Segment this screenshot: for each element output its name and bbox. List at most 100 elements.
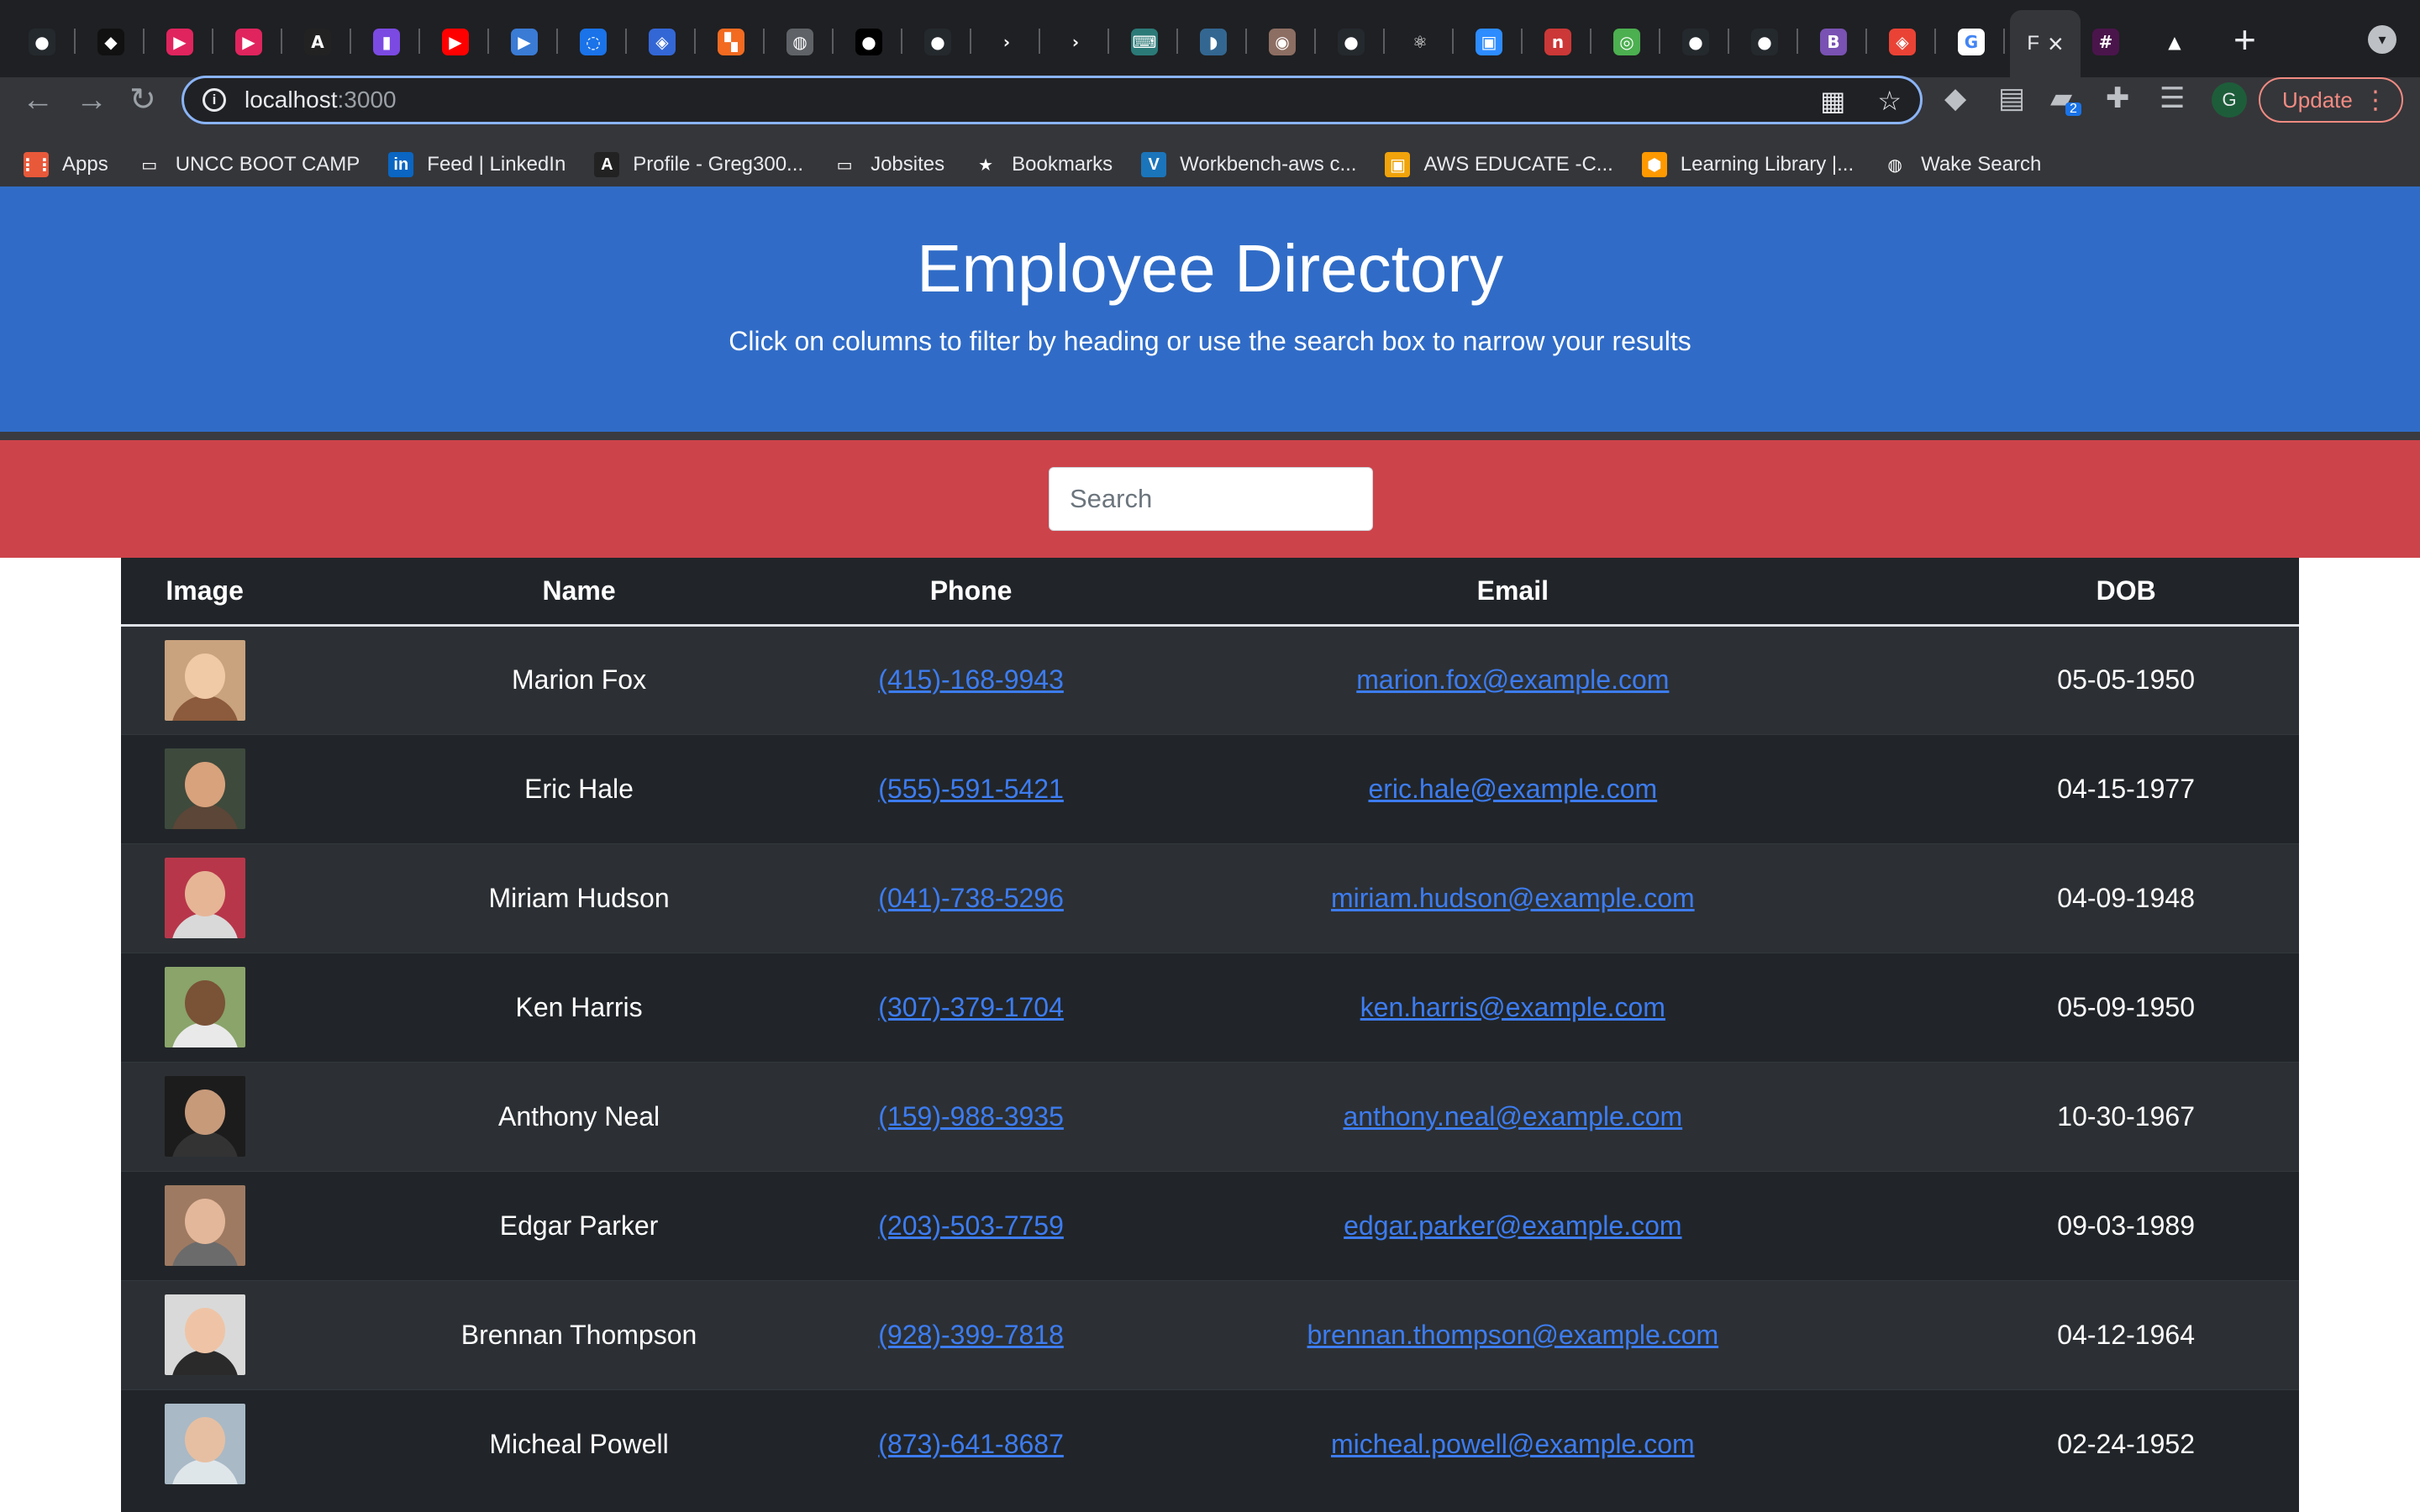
bookmark-item[interactable]: ⋮⋮ Apps xyxy=(19,152,108,177)
aws-box-icon: ▣ xyxy=(1385,152,1411,177)
column-header-image[interactable]: Image xyxy=(121,558,289,627)
email-link[interactable]: micheal.powell@example.com xyxy=(1331,1429,1695,1459)
avatar xyxy=(164,748,245,829)
browser-tab[interactable]: › xyxy=(973,10,1040,74)
reload-icon[interactable]: ↻ xyxy=(129,84,156,116)
url-port: :3000 xyxy=(337,87,397,113)
bookmark-item[interactable]: ◍ Wake Search xyxy=(1882,152,2041,177)
bookmark-item[interactable]: ▭ Jobsites xyxy=(832,152,944,177)
search-bar-section xyxy=(0,440,2420,558)
phone-link[interactable]: (415)-168-9943 xyxy=(878,664,1064,695)
browser-tab[interactable]: ▶ xyxy=(215,10,282,74)
column-header-dob[interactable]: DOB xyxy=(1953,558,2299,627)
email-link[interactable]: eric.hale@example.com xyxy=(1368,774,1657,804)
browser-tab[interactable]: ⚛ xyxy=(1386,10,1454,74)
forward-icon[interactable]: → xyxy=(76,84,108,116)
email-link[interactable]: miriam.hudson@example.com xyxy=(1331,883,1695,913)
extension-badge-icon[interactable]: ▰ 2 xyxy=(2050,84,2081,116)
phone-cell: (928)-399-7818 xyxy=(869,1279,1073,1389)
avatar-head-shape xyxy=(184,1089,225,1135)
phone-link[interactable]: (307)-379-1704 xyxy=(878,992,1064,1022)
browser-tab[interactable]: ▶ xyxy=(146,10,213,74)
bookmark-item[interactable]: ⬢ Learning Library |... xyxy=(1641,152,1854,177)
browser-tab[interactable]: ◎ xyxy=(1593,10,1660,74)
new-tab-button[interactable]: + xyxy=(2233,20,2256,59)
address-url[interactable]: localhost:3000 xyxy=(245,87,397,113)
tab-separator xyxy=(556,29,558,54)
browser-tab[interactable]: G xyxy=(1938,10,2005,74)
browser-tab[interactable]: ◈ xyxy=(629,10,696,74)
more-menu-icon[interactable]: ⋮ xyxy=(2363,86,2388,115)
github-favicon-4-icon: ● xyxy=(1682,29,1709,55)
phone-link[interactable]: (873)-641-8687 xyxy=(878,1429,1064,1459)
bookmark-item[interactable]: in Feed | LinkedIn xyxy=(388,152,566,177)
browser-tab[interactable]: ◍ xyxy=(766,10,834,74)
browser-tab[interactable]: ● xyxy=(8,10,76,74)
active-tab[interactable]: F × xyxy=(2010,10,2081,77)
avatar-body-shape xyxy=(171,1241,239,1266)
close-tab-icon[interactable]: × xyxy=(2048,30,2064,57)
phone-link[interactable]: (928)-399-7818 xyxy=(878,1320,1064,1350)
bookmark-item[interactable]: ★ Bookmarks xyxy=(973,152,1113,177)
table-row: Brennan Thompson (928)-399-7818 brennan.th… xyxy=(121,1279,2299,1389)
email-link[interactable]: marion.fox@example.com xyxy=(1356,664,1669,695)
browser-tab[interactable]: ▮ xyxy=(353,10,420,74)
extension-printer-icon[interactable]: ▤ xyxy=(1998,84,2025,113)
email-link[interactable]: edgar.parker@example.com xyxy=(1344,1210,1681,1241)
search-input[interactable] xyxy=(1049,467,1373,531)
tab-separator xyxy=(1521,29,1523,54)
bookmark-item[interactable]: ▭ UNCC BOOT CAMP xyxy=(136,152,360,177)
google-favicon-icon: G xyxy=(1958,29,1985,55)
qr-code-icon[interactable]: ▦ xyxy=(1820,85,1845,117)
address-bar[interactable]: i localhost:3000 ▦ ☆ xyxy=(182,76,1923,124)
browser-tab[interactable]: A xyxy=(284,10,351,74)
browser-tab[interactable]: n xyxy=(1524,10,1591,74)
browser-tab[interactable]: ◉ xyxy=(1249,10,1316,74)
browser-tab[interactable]: ▶ xyxy=(422,10,489,74)
extensions-icon[interactable]: ✚ xyxy=(2106,84,2130,113)
bookmark-item[interactable]: A Profile - Greg300... xyxy=(594,152,803,177)
browser-tab[interactable]: ◆ xyxy=(77,10,145,74)
phone-link[interactable]: (203)-503-7759 xyxy=(878,1210,1064,1241)
column-header-name[interactable]: Name xyxy=(288,558,870,627)
media-control-icon[interactable]: ☰ xyxy=(2160,84,2185,113)
phone-link[interactable]: (041)-738-5296 xyxy=(878,883,1064,913)
browser-tab[interactable]: ▲ xyxy=(2141,10,2208,74)
browser-tab[interactable]: ◗ xyxy=(1180,10,1247,74)
phone-link[interactable]: (555)-591-5421 xyxy=(878,774,1064,804)
browser-tab[interactable]: ◌ xyxy=(560,10,627,74)
browser-tab[interactable]: ● xyxy=(1318,10,1385,74)
browser-tab[interactable]: # xyxy=(2072,10,2139,74)
email-link[interactable]: brennan.thompson@example.com xyxy=(1307,1320,1719,1350)
bookmark-item[interactable]: ▣ AWS EDUCATE -C... xyxy=(1385,152,1613,177)
browser-tab[interactable]: ● xyxy=(1731,10,1798,74)
avatar-head-shape xyxy=(184,653,225,699)
site-info-icon[interactable]: i xyxy=(203,88,226,112)
browser-tab[interactable]: ● xyxy=(904,10,971,74)
email-link[interactable]: ken.harris@example.com xyxy=(1360,992,1665,1022)
browser-tab[interactable]: ⌨ xyxy=(1111,10,1178,74)
browser-tab[interactable]: ● xyxy=(1662,10,1729,74)
browser-tab[interactable]: ▶ xyxy=(491,10,558,74)
browser-tab[interactable]: ▚ xyxy=(697,10,765,74)
elephant-favicon-icon: ◗ xyxy=(1200,29,1227,55)
extension-puzzle-piece-icon[interactable]: ◆ xyxy=(1944,84,1966,113)
profile-avatar[interactable]: G xyxy=(2212,82,2247,118)
avatar xyxy=(164,1185,245,1266)
folder-icon: ▭ xyxy=(832,152,858,177)
bookmark-item[interactable]: V Workbench-aws c... xyxy=(1141,152,1356,177)
column-header-email[interactable]: Email xyxy=(1072,558,1954,627)
linkedin-icon: in xyxy=(388,152,414,177)
update-button[interactable]: Update ⋮ xyxy=(2259,77,2403,123)
email-link[interactable]: anthony.neal@example.com xyxy=(1343,1101,1682,1131)
browser-tab[interactable]: ▣ xyxy=(1455,10,1523,74)
bookmark-star-icon[interactable]: ☆ xyxy=(1877,85,1902,117)
browser-tab[interactable]: ● xyxy=(835,10,902,74)
browser-tab[interactable]: ◈ xyxy=(1869,10,1936,74)
phone-link[interactable]: (159)-988-3935 xyxy=(878,1101,1064,1131)
browser-tab[interactable]: › xyxy=(1042,10,1109,74)
browser-tab[interactable]: B xyxy=(1800,10,1867,74)
column-header-phone[interactable]: Phone xyxy=(869,558,1073,627)
tab-search-icon[interactable]: ▾ xyxy=(2368,25,2396,54)
back-icon[interactable]: ← xyxy=(22,84,54,116)
